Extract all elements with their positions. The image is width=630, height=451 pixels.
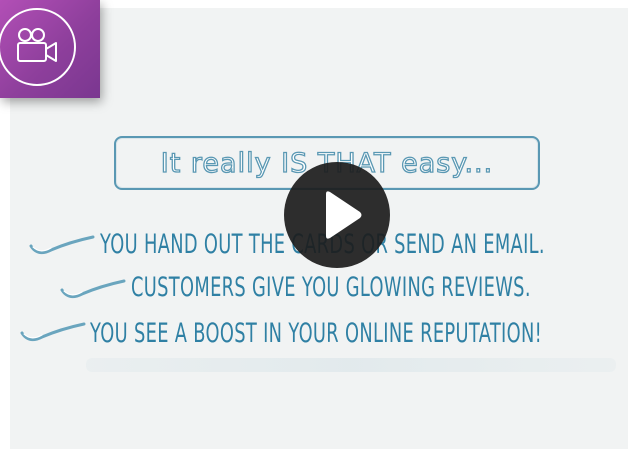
checkmark-swoosh-icon xyxy=(29,235,95,255)
faded-reflection xyxy=(86,358,616,372)
checkmark-swoosh-icon xyxy=(20,322,86,342)
play-button[interactable] xyxy=(284,162,390,268)
video-embed-frame: It really IS THAT easy... YOU HAND OUT T… xyxy=(0,0,630,451)
play-icon xyxy=(326,191,362,239)
badge-ring xyxy=(0,8,76,86)
video-thumbnail[interactable]: It really IS THAT easy... YOU HAND OUT T… xyxy=(10,8,628,449)
checkmark-swoosh-icon xyxy=(60,279,126,299)
benefit-line-3: YOU SEE A BOOST IN YOUR ONLINE REPUTATIO… xyxy=(90,318,543,349)
video-type-badge xyxy=(0,0,100,98)
benefit-line-2: CUSTOMERS GIVE YOU GLOWING REVIEWS. xyxy=(131,272,531,303)
video-camera-icon xyxy=(17,28,57,62)
